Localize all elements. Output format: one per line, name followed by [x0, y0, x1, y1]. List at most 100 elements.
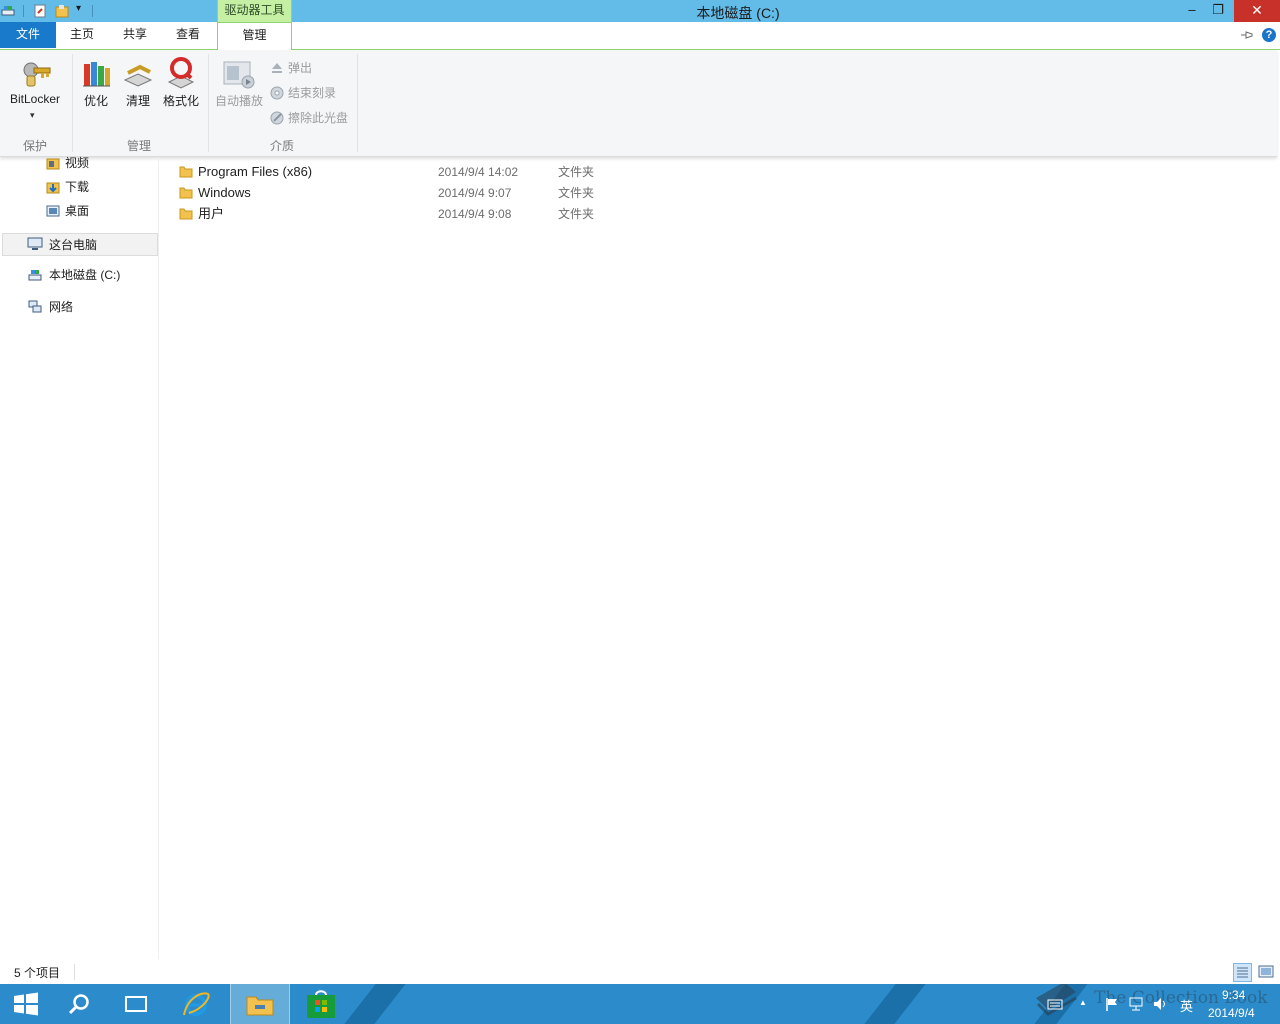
- status-bar: [0, 959, 1280, 984]
- ribbon-divider: [72, 54, 73, 152]
- autoplay-button[interactable]: 自动播放: [212, 92, 266, 109]
- file-date-modified: 2014/9/4 9:07: [438, 186, 512, 200]
- network-status-icon[interactable]: [1128, 996, 1144, 1012]
- eject-button[interactable]: 弹出: [270, 59, 312, 77]
- new-folder-icon[interactable]: [55, 4, 69, 18]
- internet-explorer-button[interactable]: [174, 984, 232, 1024]
- group-label-media: 介质: [269, 139, 294, 153]
- details-view-icon: [1237, 967, 1248, 978]
- large-icons-view-icon[interactable]: [1257, 963, 1275, 981]
- burn-disc-icon: [270, 86, 284, 100]
- taskbar-decoration: [864, 984, 926, 1024]
- store-icon: [307, 990, 335, 1018]
- downloads-folder-icon: [46, 182, 60, 194]
- local-disk-icon: [28, 270, 42, 281]
- file-row[interactable]: Program Files (x86) 2014/9/4 14:02 文件夹: [175, 162, 655, 182]
- group-label-manage: 管理: [126, 139, 151, 153]
- tab-manage[interactable]: 管理: [217, 22, 292, 50]
- search-button[interactable]: [58, 984, 116, 1024]
- videos-folder-icon: [46, 158, 60, 170]
- bitlocker-dropdown-icon[interactable]: ▾: [30, 110, 35, 121]
- bitlocker-icon: [23, 62, 51, 87]
- details-view-button[interactable]: [1233, 963, 1252, 982]
- internet-explorer-icon: [183, 992, 210, 1016]
- clock-date[interactable]: 2014/9/4: [1208, 1006, 1255, 1020]
- file-date-modified: 2014/9/4 14:02: [438, 165, 519, 179]
- nav-item-label: 视频: [65, 156, 90, 170]
- erase-disc-button[interactable]: 擦除此光盘: [270, 109, 348, 127]
- nav-item-network[interactable]: 网络: [28, 297, 73, 317]
- action-center-flag-icon[interactable]: [1104, 996, 1120, 1012]
- search-icon: [68, 994, 89, 1015]
- erase-disc-icon: [270, 111, 284, 125]
- format-button[interactable]: 格式化: [160, 92, 202, 109]
- nav-item-downloads[interactable]: 下载: [46, 177, 89, 197]
- cleanup-button[interactable]: 清理: [118, 92, 158, 109]
- show-hidden-icons-icon[interactable]: ▲: [1079, 998, 1087, 1007]
- file-name: Program Files (x86): [198, 164, 313, 179]
- nav-item-local-disk[interactable]: 本地磁盘 (C:): [28, 265, 120, 285]
- restore-button[interactable]: ❐: [1206, 0, 1230, 22]
- item-count: 5 个项目: [14, 966, 61, 980]
- file-type: 文件夹: [558, 207, 595, 221]
- properties-icon[interactable]: [33, 4, 47, 18]
- file-type: 文件夹: [558, 186, 595, 200]
- tab-view[interactable]: 查看: [168, 22, 208, 48]
- quick-access-separator: [23, 5, 24, 17]
- folder-icon: [179, 166, 193, 178]
- close-button[interactable]: ✕: [1234, 0, 1280, 22]
- file-type: 文件夹: [558, 165, 595, 179]
- minimize-button[interactable]: –: [1180, 0, 1204, 22]
- desktop-icon: [46, 205, 60, 217]
- cleanup-icon: [123, 64, 153, 87]
- file-date-modified: 2014/9/4 9:08: [438, 207, 512, 221]
- ribbon-divider: [357, 54, 358, 152]
- ribbon-divider: [208, 54, 209, 152]
- drive-tools-context-label: 驱动器工具: [217, 0, 292, 22]
- nav-item-label: 下载: [65, 180, 90, 194]
- task-view-icon: [125, 996, 147, 1012]
- nav-item-label: 这台电脑: [49, 238, 98, 252]
- nav-item-this-pc[interactable]: 这台电脑: [2, 233, 158, 256]
- nav-item-label: 本地磁盘 (C:): [49, 268, 121, 282]
- file-name: 用户: [198, 206, 225, 221]
- store-button[interactable]: [292, 984, 350, 1024]
- eject-icon: [272, 63, 282, 73]
- nav-item-label: 桌面: [65, 204, 90, 218]
- bitlocker-button[interactable]: BitLocker: [4, 92, 66, 106]
- start-button[interactable]: [0, 984, 58, 1024]
- tab-home[interactable]: 主页: [62, 22, 102, 48]
- help-icon[interactable]: ?: [1262, 28, 1276, 42]
- tab-file[interactable]: 文件: [0, 22, 56, 48]
- tab-share[interactable]: 共享: [115, 22, 155, 48]
- taskbar: [0, 984, 1280, 1024]
- file-explorer-button[interactable]: [230, 984, 290, 1024]
- file-row[interactable]: Windows 2014/9/4 9:07 文件夹: [175, 183, 655, 203]
- nav-item-desktop[interactable]: 桌面: [46, 201, 89, 221]
- file-explorer-icon: [246, 996, 274, 1016]
- taskbar-decoration: [344, 984, 406, 1024]
- input-method-indicator[interactable]: 英: [1180, 996, 1193, 1015]
- finish-burning-button[interactable]: 结束刻录: [270, 84, 336, 102]
- drive-icon[interactable]: [1, 4, 15, 18]
- status-divider: [74, 964, 75, 980]
- eject-label: 弹出: [288, 61, 313, 75]
- window-title: 本地磁盘 (C:): [696, 5, 780, 21]
- minimize-ribbon-icon[interactable]: [1240, 30, 1254, 40]
- format-icon: [167, 57, 195, 89]
- quick-access-separator: [92, 5, 93, 17]
- volume-icon[interactable]: [1152, 996, 1168, 1012]
- optimize-button[interactable]: 优化: [76, 92, 116, 109]
- erase-disc-label: 擦除此光盘: [288, 111, 349, 125]
- file-name: Windows: [198, 185, 251, 200]
- folder-icon: [179, 187, 193, 199]
- customize-quick-access-icon[interactable]: ▾: [76, 3, 81, 14]
- clock-time[interactable]: 9:34: [1222, 988, 1245, 1002]
- keyboard-icon[interactable]: [1047, 996, 1063, 1012]
- nav-item-videos[interactable]: 视频: [46, 153, 89, 173]
- file-row[interactable]: 用户 2014/9/4 9:08 文件夹: [175, 204, 655, 224]
- optimize-icon: [83, 62, 110, 87]
- windows-logo-icon: [14, 992, 38, 1016]
- task-view-button[interactable]: [116, 984, 174, 1024]
- finish-burning-label: 结束刻录: [288, 86, 337, 100]
